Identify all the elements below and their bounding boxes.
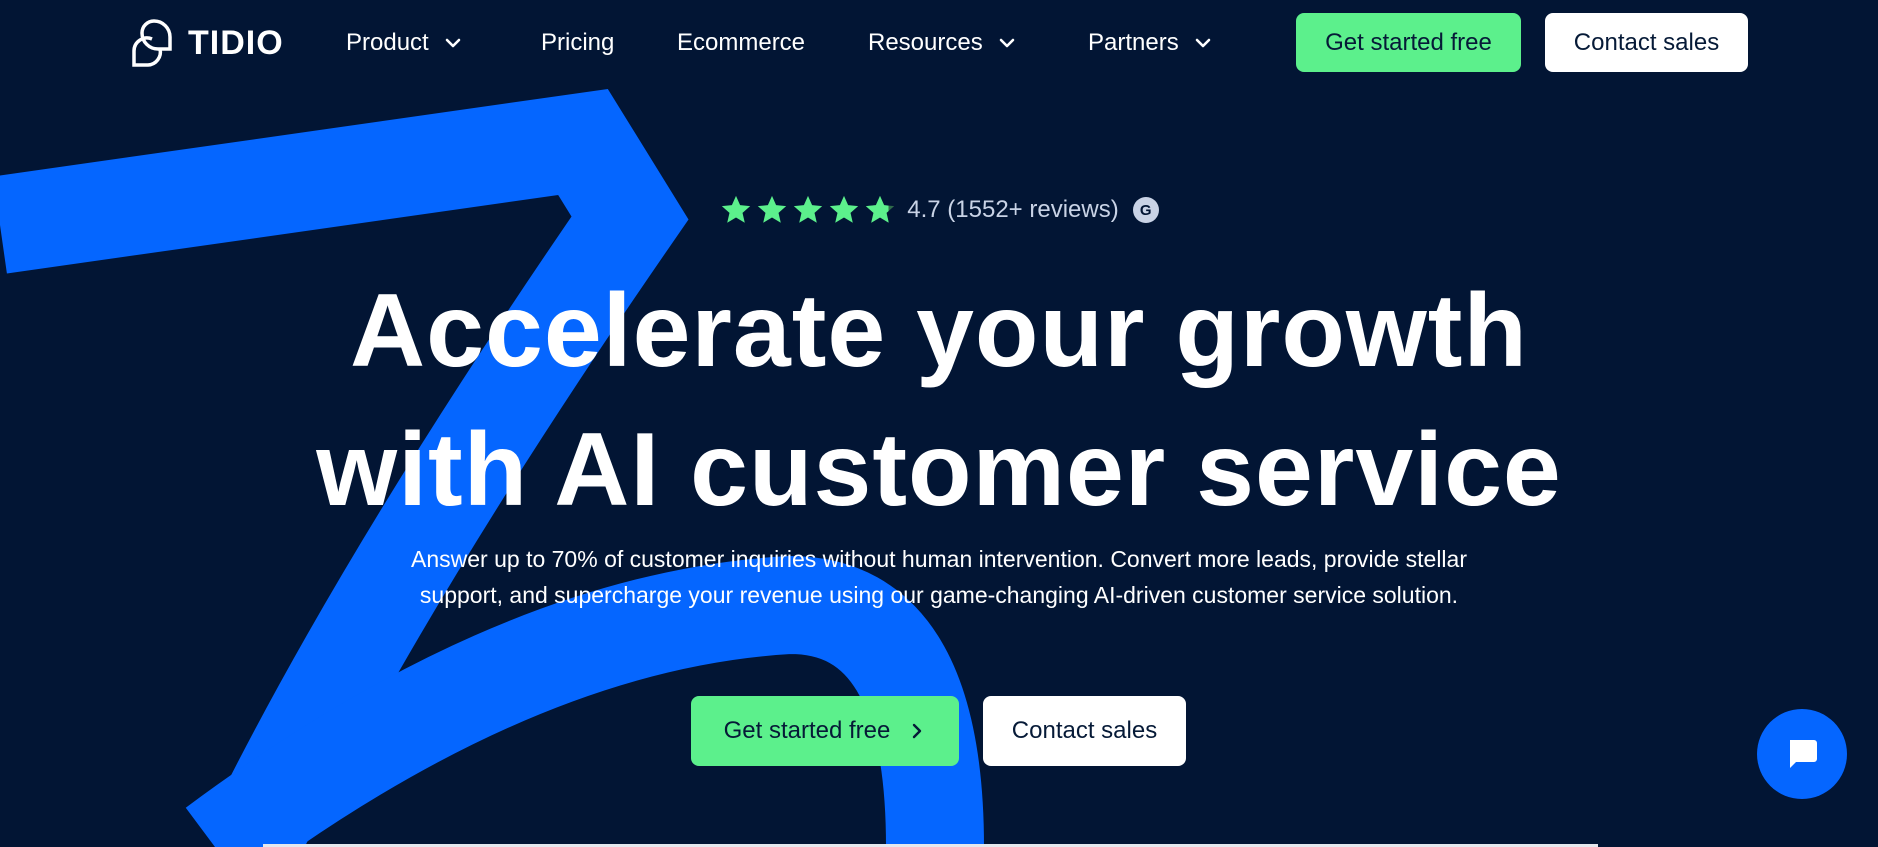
tidio-logo-icon xyxy=(132,19,172,67)
hero-headline: Accelerate your growth with AI customer … xyxy=(0,262,1878,540)
nav-pricing-label: Pricing xyxy=(541,29,615,56)
hero-get-started-label: Get started free xyxy=(723,717,891,744)
chevron-down-icon xyxy=(445,38,461,48)
chat-bubble-icon xyxy=(1790,740,1817,768)
chevron-down-icon xyxy=(1195,38,1211,48)
nav-pricing[interactable]: Pricing xyxy=(541,22,614,64)
star-icon xyxy=(794,195,823,223)
star-rating xyxy=(719,193,897,227)
top-navigation: TIDIO Product Pricing Ecommerce Resource… xyxy=(0,0,1878,86)
chat-widget-button[interactable] xyxy=(1757,709,1847,799)
nav-contact-sales-button[interactable]: Contact sales xyxy=(1545,13,1748,72)
headline-line-1: Accelerate your growth xyxy=(350,273,1528,389)
logo-text: TIDIO xyxy=(188,23,284,62)
subtext-line-1: Answer up to 70% of customer inquiries w… xyxy=(411,546,1467,572)
nav-ecommerce-label: Ecommerce xyxy=(677,29,806,56)
g2-letter: G xyxy=(1139,201,1152,219)
hero-contact-sales-button[interactable]: Contact sales xyxy=(983,696,1186,766)
nav-resources[interactable]: Resources xyxy=(868,22,1017,64)
nav-product[interactable]: Product xyxy=(346,22,463,64)
chevron-down-icon xyxy=(999,38,1015,48)
star-partial-icon xyxy=(866,195,895,223)
hero-get-started-button[interactable]: Get started free xyxy=(691,696,959,766)
nav-get-started-button[interactable]: Get started free xyxy=(1296,13,1521,72)
nav-partners[interactable]: Partners xyxy=(1088,22,1213,64)
nav-ecommerce[interactable]: Ecommerce xyxy=(677,22,805,64)
star-icon xyxy=(758,195,787,223)
rating-text: 4.7 (1552+ reviews) xyxy=(907,196,1119,223)
nav-partners-label: Partners xyxy=(1088,29,1179,56)
chevron-right-icon xyxy=(913,723,922,739)
nav-product-label: Product xyxy=(346,29,429,56)
tidio-logo[interactable]: TIDIO xyxy=(128,16,284,70)
headline-line-2: with AI customer service xyxy=(316,412,1562,528)
g2-icon[interactable]: G xyxy=(1132,197,1159,223)
subtext-line-2: support, and supercharge your revenue us… xyxy=(419,582,1459,608)
star-icon xyxy=(722,195,751,223)
star-icon xyxy=(830,195,859,223)
hero-subtext: Answer up to 70% of customer inquiries w… xyxy=(339,541,1539,613)
nav-resources-label: Resources xyxy=(868,29,983,56)
rating-row: 4.7 (1552+ reviews) G xyxy=(0,188,1878,232)
